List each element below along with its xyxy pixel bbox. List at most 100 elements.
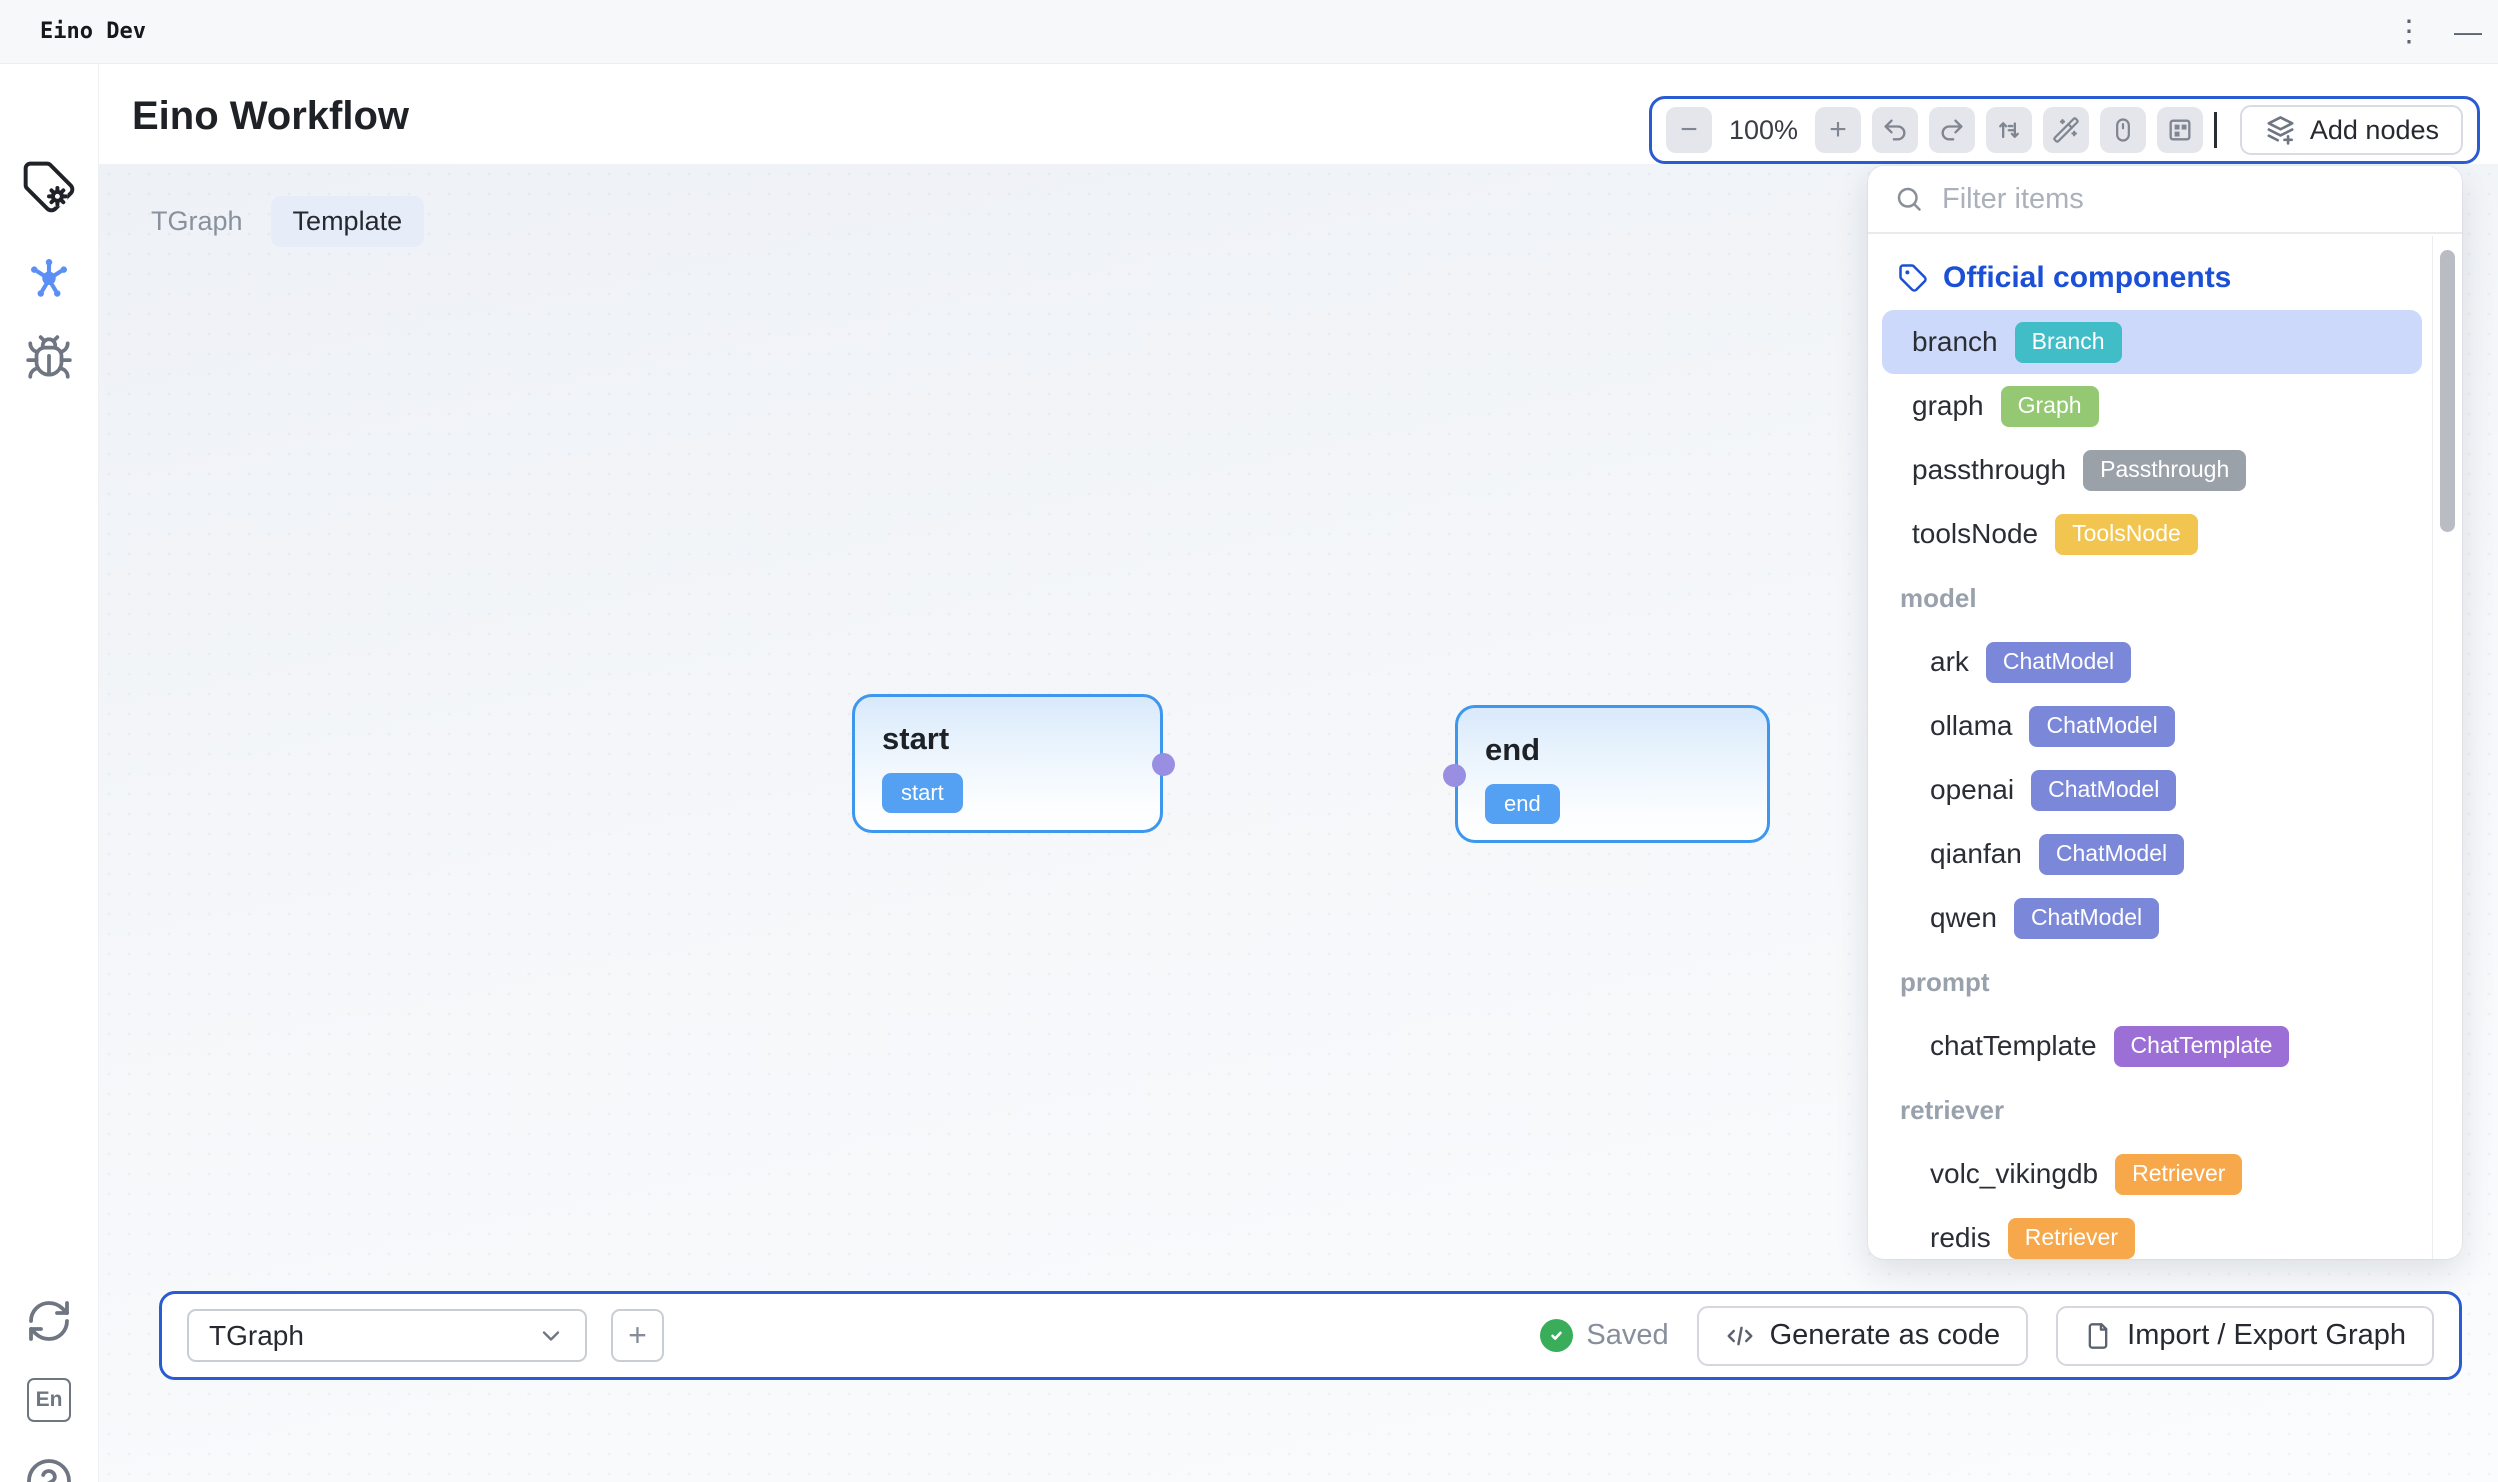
add-nodes-button[interactable]: Add nodes bbox=[2240, 105, 2463, 155]
zoom-out-icon: − bbox=[1680, 115, 1698, 145]
canvas-toolbar: − 100% + Add nodes bbox=[1649, 96, 2480, 164]
graph-bottom-bar: TGraph + Saved Generate as code Import /… bbox=[159, 1291, 2462, 1380]
component-name: volc_vikingdb bbox=[1930, 1158, 2098, 1190]
component-rows: branchBranchgraphGraphpassthroughPassthr… bbox=[1868, 310, 2432, 1259]
component-name: qianfan bbox=[1930, 838, 2022, 870]
add-nodes-panel: Official components branchBranchgraphGra… bbox=[1868, 166, 2462, 1259]
component-type-badge: Retriever bbox=[2115, 1154, 2242, 1195]
panel-scrollbar[interactable] bbox=[2432, 236, 2462, 1259]
component-name: ollama bbox=[1930, 710, 2012, 742]
magic-wand-button[interactable] bbox=[2043, 107, 2089, 153]
scrollbar-thumb[interactable] bbox=[2440, 250, 2455, 532]
tag-icon bbox=[1898, 263, 1928, 293]
component-item-chatTemplate[interactable]: chatTemplate ChatTemplate bbox=[1868, 1014, 2432, 1078]
node-start-output-port[interactable] bbox=[1152, 753, 1175, 776]
component-section-retriever: retriever bbox=[1868, 1078, 2432, 1142]
window-minimize-icon[interactable]: — bbox=[2454, 16, 2498, 48]
component-item-ollama[interactable]: ollamaChatModel bbox=[1868, 694, 2432, 758]
component-name: toolsNode bbox=[1912, 518, 2038, 550]
component-name: qwen bbox=[1930, 902, 1997, 934]
component-item-openai[interactable]: openai ChatModel bbox=[1868, 758, 2432, 822]
component-item-toolsNode[interactable]: toolsNode ToolsNode bbox=[1868, 502, 2432, 566]
language-toggle-icon[interactable]: En bbox=[27, 1378, 71, 1422]
component-item-qianfan[interactable]: qianfan ChatModel bbox=[1868, 822, 2432, 886]
component-type-badge: Retriever bbox=[2008, 1218, 2135, 1259]
component-item-qwen[interactable]: qwenChatModel bbox=[1868, 886, 2432, 950]
mouse-mode-button[interactable] bbox=[2100, 107, 2146, 153]
redo-icon bbox=[1938, 116, 1966, 144]
node-start-badge: start bbox=[882, 773, 963, 813]
official-components-title: Official components bbox=[1943, 261, 2231, 295]
component-type-badge: ChatModel bbox=[2039, 834, 2184, 875]
chevron-down-icon bbox=[537, 1322, 565, 1350]
node-end-input-port[interactable] bbox=[1443, 764, 1466, 787]
tab-tgraph[interactable]: TGraph bbox=[135, 196, 259, 247]
component-name: openai bbox=[1930, 774, 2014, 806]
node-end-title: end bbox=[1485, 732, 1540, 768]
component-section-prompt: prompt bbox=[1868, 950, 2432, 1014]
generate-code-button[interactable]: Generate as code bbox=[1697, 1306, 2029, 1366]
node-start[interactable]: start start bbox=[852, 694, 1163, 833]
eino-logo-icon[interactable] bbox=[21, 159, 77, 215]
help-icon[interactable] bbox=[25, 1457, 73, 1482]
search-icon bbox=[1894, 184, 1924, 214]
minimap-button[interactable] bbox=[2157, 107, 2203, 153]
zoom-out-button[interactable]: − bbox=[1666, 107, 1712, 153]
component-name: ark bbox=[1930, 646, 1969, 678]
auto-layout-button[interactable] bbox=[1986, 107, 2032, 153]
component-name: chatTemplate bbox=[1930, 1030, 2097, 1062]
zoom-in-icon: + bbox=[1829, 115, 1847, 145]
tab-template[interactable]: Template bbox=[271, 196, 425, 247]
auto-layout-icon bbox=[1995, 116, 2023, 144]
save-status-label: Saved bbox=[1586, 1319, 1668, 1352]
zoom-in-button[interactable]: + bbox=[1815, 107, 1861, 153]
app-window: Eino Dev ⋮ — bbox=[0, 0, 2498, 1482]
component-type-badge: Passthrough bbox=[2083, 450, 2246, 491]
component-type-badge: ChatModel bbox=[1986, 642, 2131, 683]
component-type-badge: Branch bbox=[2015, 322, 2122, 363]
minimap-icon bbox=[2166, 116, 2194, 144]
component-item-passthrough[interactable]: passthroughPassthrough bbox=[1868, 438, 2432, 502]
component-type-badge: Graph bbox=[2001, 386, 2099, 427]
workflow-graph-icon[interactable] bbox=[23, 251, 75, 303]
plus-icon: + bbox=[628, 1317, 647, 1354]
page-title: Eino Workflow bbox=[132, 94, 409, 139]
import-export-button[interactable]: Import / Export Graph bbox=[2056, 1306, 2434, 1366]
component-name: redis bbox=[1930, 1222, 1991, 1254]
component-section-model: model bbox=[1868, 566, 2432, 630]
component-type-badge: ToolsNode bbox=[2055, 514, 2198, 555]
component-type-badge: ChatModel bbox=[2031, 770, 2176, 811]
add-nodes-label: Add nodes bbox=[2310, 115, 2439, 146]
component-item-redis[interactable]: redis Retriever bbox=[1868, 1206, 2432, 1259]
undo-icon bbox=[1881, 116, 1909, 144]
window-title: Eino Dev bbox=[40, 19, 146, 44]
layers-plus-icon bbox=[2264, 114, 2297, 147]
component-item-ark[interactable]: ark ChatModel bbox=[1868, 630, 2432, 694]
component-item-volc_vikingdb[interactable]: volc_vikingdb Retriever bbox=[1868, 1142, 2432, 1206]
graph-mode-tabs: TGraph Template bbox=[135, 196, 424, 247]
toolbar-divider bbox=[2214, 112, 2217, 148]
undo-button[interactable] bbox=[1872, 107, 1918, 153]
generate-code-label: Generate as code bbox=[1770, 1319, 2001, 1352]
component-list: Official components branchBranchgraphGra… bbox=[1868, 236, 2432, 1259]
component-item-branch[interactable]: branchBranch bbox=[1882, 310, 2422, 374]
node-end[interactable]: end end bbox=[1455, 705, 1770, 843]
graph-select[interactable]: TGraph bbox=[187, 1309, 587, 1362]
window-menu-icon[interactable]: ⋮ bbox=[2394, 17, 2424, 47]
language-label: En bbox=[27, 1378, 71, 1422]
add-graph-button[interactable]: + bbox=[611, 1309, 664, 1362]
debug-bug-icon[interactable] bbox=[24, 333, 74, 383]
graph-select-value: TGraph bbox=[209, 1320, 304, 1352]
component-item-graph[interactable]: graphGraph bbox=[1868, 374, 2432, 438]
window-titlebar: Eino Dev ⋮ — bbox=[0, 0, 2498, 64]
official-components-header: Official components bbox=[1868, 246, 2432, 310]
node-start-title: start bbox=[882, 721, 949, 757]
refresh-icon[interactable] bbox=[25, 1297, 73, 1345]
import-export-label: Import / Export Graph bbox=[2127, 1319, 2406, 1352]
component-type-badge: ChatTemplate bbox=[2114, 1026, 2290, 1067]
magic-wand-icon bbox=[2052, 116, 2080, 144]
redo-button[interactable] bbox=[1929, 107, 1975, 153]
filter-input[interactable] bbox=[1942, 183, 2436, 216]
saved-check-icon bbox=[1540, 1319, 1573, 1352]
code-icon bbox=[1725, 1321, 1755, 1351]
